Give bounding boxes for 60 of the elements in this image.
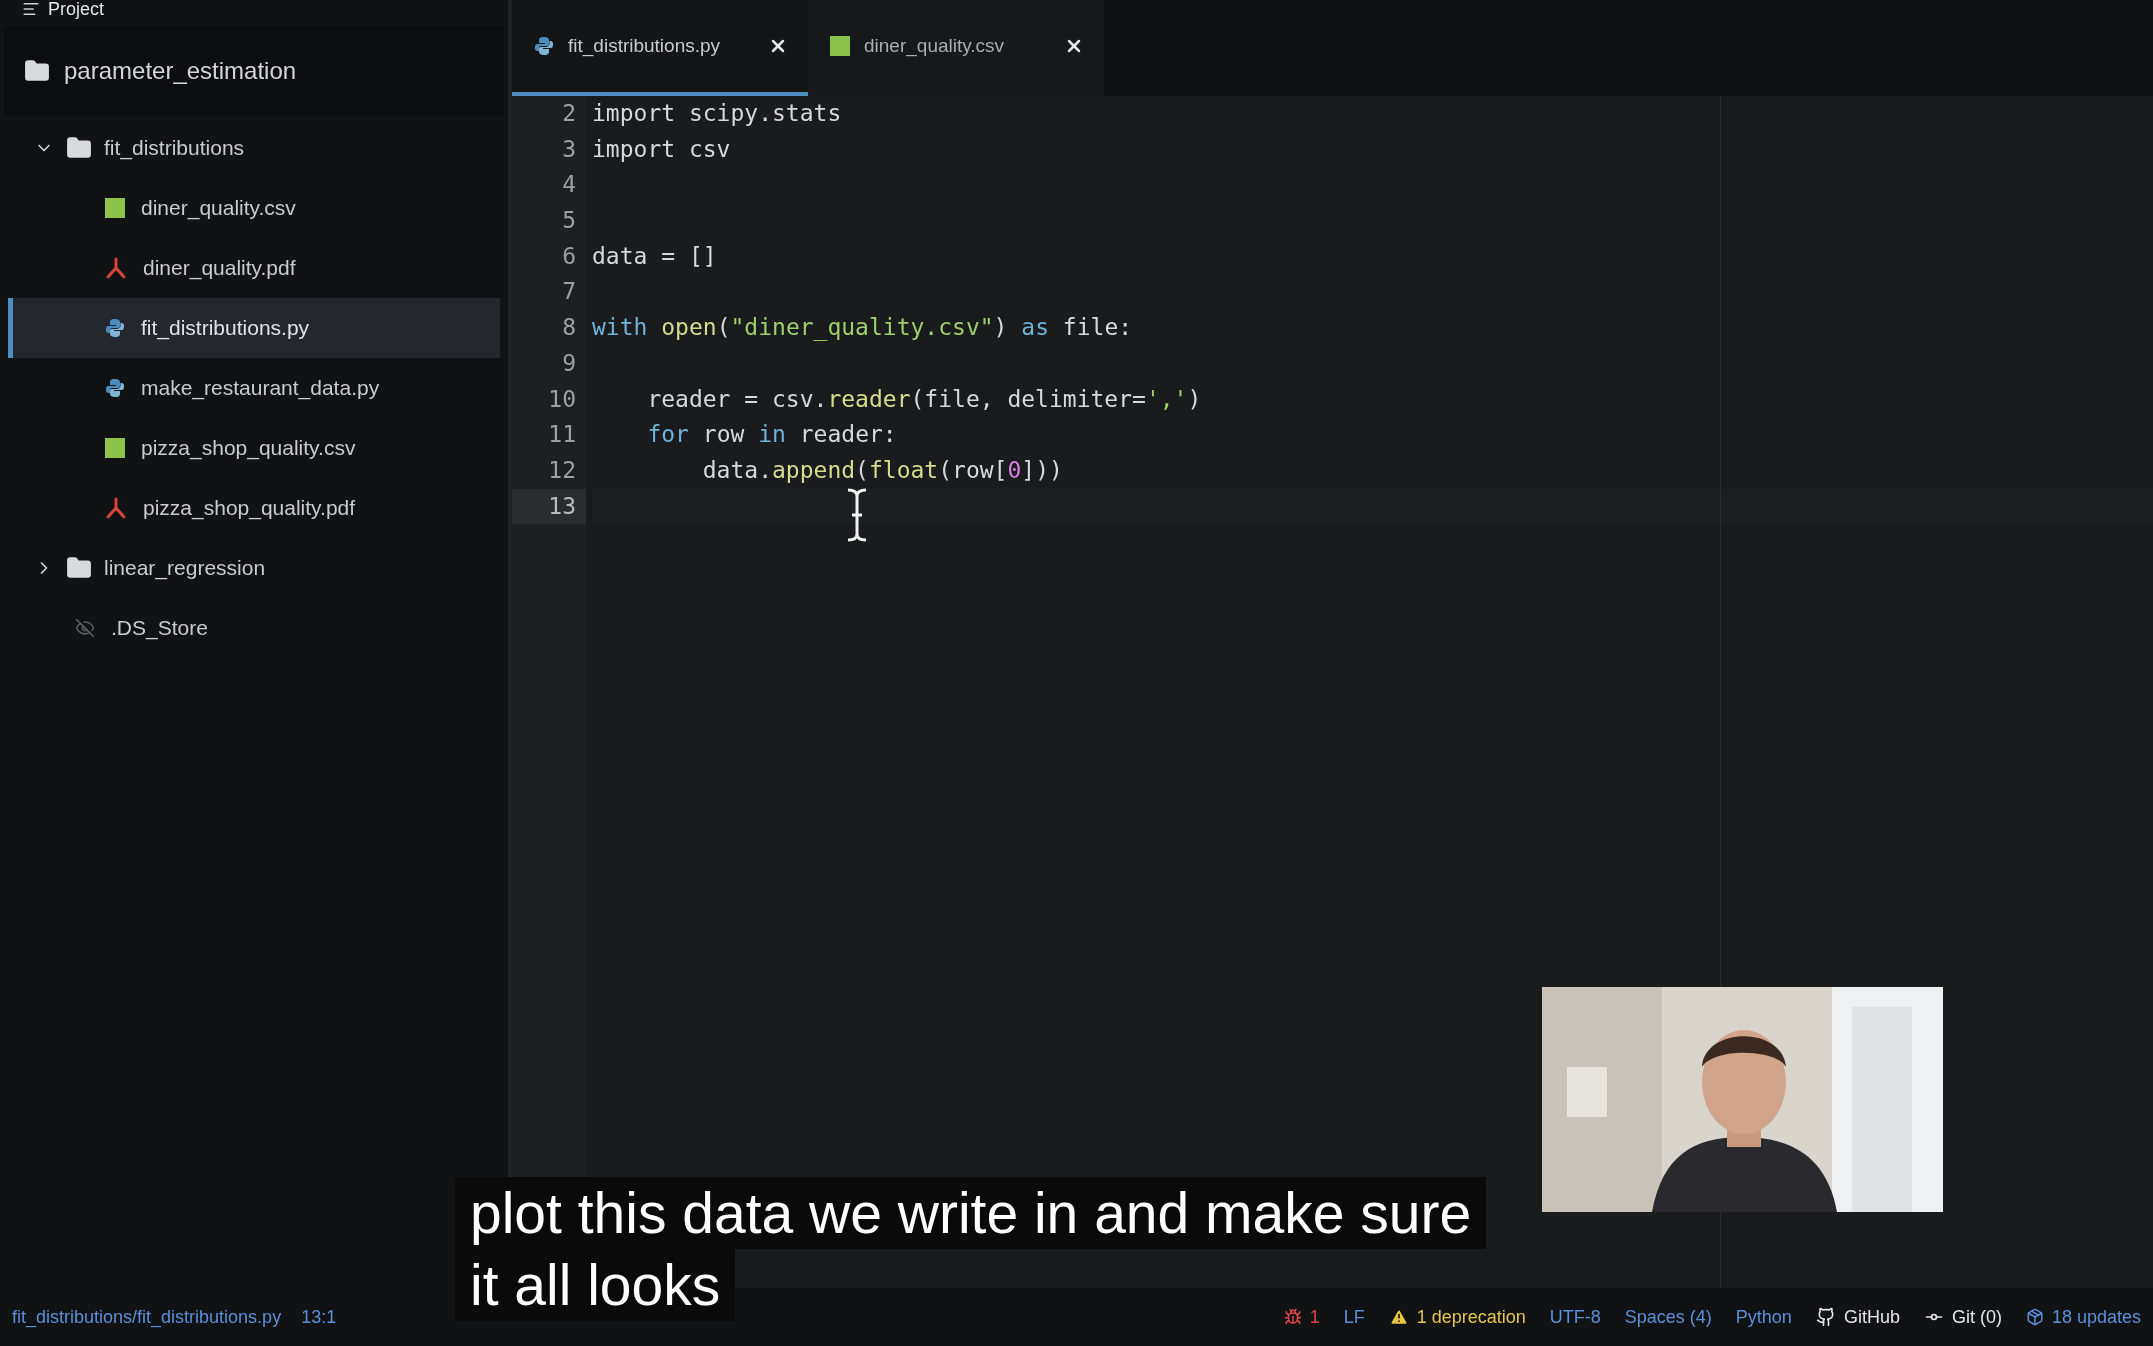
line-number: 4: [561, 170, 577, 200]
git-button[interactable]: Git (0): [1951, 1303, 2002, 1331]
file-item[interactable]: .DS_Store: [8, 598, 500, 658]
line-number: 3: [561, 134, 577, 164]
status-item[interactable]: UTF-8: [1549, 1303, 1601, 1331]
folder-icon: [66, 135, 92, 161]
status-item[interactable]: Python: [1735, 1303, 1792, 1331]
file-item[interactable]: pizza_shop_quality.pdf: [8, 478, 500, 538]
code-line: import scipy.stats: [592, 100, 842, 126]
pdf-icon: [105, 257, 127, 279]
line-number: 7: [561, 277, 577, 307]
package-icon: [2025, 1308, 2044, 1326]
file-item[interactable]: fit_distributions.py: [8, 298, 500, 358]
github-icon: [1815, 1307, 1836, 1327]
warning-icon: [1388, 1307, 1409, 1327]
folder-name[interactable]: linear_regression: [104, 552, 266, 584]
panel-title: Project: [48, 0, 105, 18]
spreadsheet-icon: [830, 36, 850, 56]
editor-tab[interactable]: diner_quality.csv: [808, 0, 1104, 96]
error-count[interactable]: 1: [1309, 1303, 1320, 1331]
code-line: for row in reader:: [646, 421, 897, 448]
file-item[interactable]: make_restaurant_data.py: [8, 358, 500, 418]
menu-icon[interactable]: [22, 0, 40, 18]
folder-name[interactable]: fit_distributions: [104, 132, 245, 164]
file-item[interactable]: diner_quality.csv: [8, 178, 500, 238]
python-icon: [105, 378, 125, 398]
folder-icon: [66, 555, 92, 581]
line-number: 9: [561, 348, 577, 378]
line-number: 13: [512, 488, 586, 525]
line-number: 6: [561, 241, 577, 271]
file-item[interactable]: pizza_shop_quality.csv: [8, 418, 500, 478]
line-number: 10: [547, 384, 577, 414]
status-item[interactable]: LF: [1343, 1303, 1365, 1331]
code-line: data.append(float(row[0])): [701, 456, 1063, 483]
spreadsheet-icon: [105, 198, 125, 218]
bug-icon: [1283, 1308, 1302, 1326]
github-button[interactable]: GitHub: [1843, 1303, 1900, 1331]
project-root[interactable]: parameter_estimation: [64, 53, 297, 89]
hidden-file-icon: [75, 618, 95, 638]
code-line: with open("diner_quality.csv") as file:: [592, 314, 1133, 341]
code-line: data = []: [592, 242, 717, 269]
pdf-icon: [105, 497, 127, 519]
text-cursor-icon: [845, 488, 869, 542]
cursor-position[interactable]: 13:1: [301, 1303, 337, 1331]
line-number: 2: [561, 99, 577, 128]
file-path[interactable]: fit_distributions/fit_distributions.py: [12, 1303, 282, 1331]
line-number: 5: [561, 206, 577, 236]
folder-icon: [24, 58, 50, 84]
code-line: import csv: [592, 135, 731, 162]
code-line: reader = csv.reader(file, delimiter=','): [646, 385, 1202, 412]
file-item[interactable]: diner_quality.pdf: [8, 238, 500, 298]
line-number: 11: [547, 420, 577, 450]
updates-button[interactable]: 18 updates: [2051, 1303, 2141, 1331]
line-number: 8: [561, 313, 577, 343]
line-number: 12: [547, 455, 577, 485]
status-item[interactable]: Spaces (4): [1624, 1303, 1712, 1331]
python-icon: [534, 36, 554, 56]
python-icon: [105, 318, 125, 338]
deprecation-count[interactable]: 1 deprecation: [1416, 1303, 1526, 1331]
spreadsheet-icon: [105, 438, 125, 458]
